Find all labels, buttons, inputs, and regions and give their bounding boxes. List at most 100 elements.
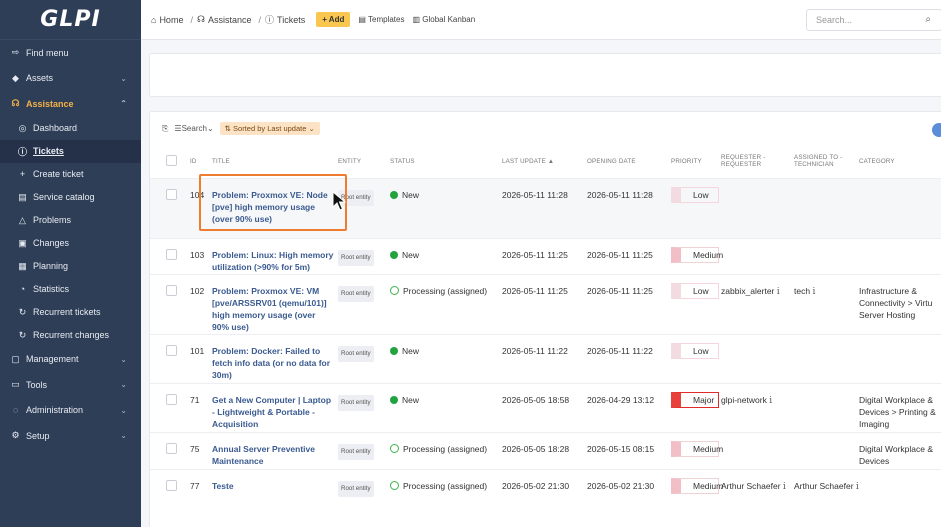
row-checkbox[interactable] [166, 344, 177, 356]
table-cell: 2026-05-02 21:30 [502, 468, 587, 506]
status-icon [390, 250, 398, 259]
table-cell: tech i [794, 273, 859, 334]
technician-name[interactable]: Arthur Schaefer [794, 481, 854, 491]
row-checkbox[interactable] [166, 442, 177, 454]
search-toggle[interactable]: Search [182, 124, 207, 133]
select-all-checkbox[interactable] [166, 154, 177, 166]
requester-name[interactable]: zabbix_alerter [721, 286, 774, 296]
sidebar-item-assets[interactable]: ◆ Assets ⌄ [0, 66, 141, 92]
sidebar-item-tickets[interactable]: ⓘ Tickets [0, 139, 141, 163]
entity-badge: Root entity [338, 249, 374, 266]
table-cell: 2026-05-15 08:15 [587, 431, 671, 469]
row-checkbox[interactable] [166, 393, 177, 405]
info-icon[interactable]: i [783, 482, 786, 492]
list-toolbar: ⎘ ☰ Search ⌄ ⇅ Sorted by Last update ⌄ [150, 112, 941, 145]
table-cell: 2026-05-11 11:28 [502, 177, 587, 238]
row-checkbox[interactable] [166, 284, 177, 296]
ticket-id: 77 [190, 480, 200, 491]
col-status[interactable]: STATUS [390, 145, 502, 178]
ticket-title-link[interactable]: Get a New Computer | Laptop - Lightweigh… [212, 394, 338, 430]
status-text: New [402, 249, 420, 260]
table-cell [721, 333, 794, 383]
col-category[interactable]: CATEGORY [859, 145, 941, 178]
col-priority[interactable]: PRIORITY [671, 145, 721, 178]
ticket-id: 71 [190, 394, 200, 405]
sidebar-item-label: Dashboard [33, 123, 78, 133]
status-icon [390, 346, 398, 355]
global-kanban-link[interactable]: ▥ Global Kanban [412, 15, 475, 24]
table-row[interactable]: 103 Problem: Linux: High memory utilizati… [150, 237, 941, 274]
status-text: Processing (assigned) [403, 480, 488, 491]
col-requester[interactable]: REQUESTER - REQUESTER [721, 145, 794, 178]
ticket-title-link[interactable]: Teste [212, 480, 338, 492]
add-button[interactable]: + Add [316, 12, 351, 27]
sidebar-item-label: Recurrent changes [33, 330, 110, 340]
blue-dot-button[interactable] [932, 123, 941, 137]
opening-date: 2026-05-11 11:25 [587, 249, 653, 260]
sidebar-item-management[interactable]: ▢ Management ⌄ [0, 347, 141, 373]
sidebar-item-setup[interactable]: ⚙ Setup ⌄ [0, 423, 141, 449]
breadcrumb: ⌂ Home / ☊ Assistance / ⓘ Tickets [151, 13, 308, 26]
sidebar-item-changes[interactable]: ▣ Changes [0, 232, 141, 255]
col-technician[interactable]: ASSIGNED TO - TECHNICIAN [794, 145, 859, 178]
col-entity[interactable]: ENTITY [338, 145, 390, 178]
search-input[interactable]: Search... ⌕ [806, 9, 941, 31]
breadcrumb-tickets[interactable]: Tickets [277, 15, 305, 25]
sidebar-item-recurrent-changes[interactable]: ↻ Recurrent changes [0, 324, 141, 347]
breadcrumb-home[interactable]: Home [159, 15, 183, 25]
info-icon[interactable]: i [812, 287, 815, 297]
row-checkbox[interactable] [166, 188, 177, 200]
sidebar-item-tools[interactable]: ▭ Tools ⌄ [0, 372, 141, 398]
sidebar-item-assistance[interactable]: ☊ Assistance ⌃ [0, 91, 141, 117]
status-text: Processing (assigned) [403, 443, 488, 454]
col-last-update[interactable]: LAST UPDATE ▲ [502, 145, 587, 178]
sidebar-item-administration[interactable]: ◌ Administration ⌄ [0, 398, 141, 424]
ticket-title-link[interactable]: Problem: Docker: Failed to fetch info da… [212, 345, 338, 381]
sidebar-item-service-catalog[interactable]: ▤ Service catalog [0, 186, 141, 209]
table-cell: New [390, 177, 502, 238]
table-cell [721, 177, 794, 238]
columns-icon[interactable]: ⎘ [162, 124, 168, 134]
info-icon[interactable]: i [769, 396, 772, 406]
requester-name[interactable]: glpi-network [721, 395, 767, 405]
ticket-title-link[interactable]: Problem: Linux: High memory utilization … [212, 249, 338, 273]
technician-name[interactable]: tech [794, 286, 810, 296]
table-cell: Problem: Docker: Failed to fetch info da… [212, 333, 338, 383]
status-text: New [402, 345, 420, 356]
sidebar-item-planning[interactable]: ▦ Planning [0, 255, 141, 278]
table-row[interactable]: 101 Problem: Docker: Failed to fetch info… [150, 333, 941, 383]
table-row[interactable]: 102 Problem: Proxmox VE: VM [pve/ARSSRV01… [150, 273, 941, 334]
glpi-logo[interactable]: GLPI [0, 0, 141, 40]
row-checkbox[interactable] [166, 248, 177, 260]
info-icon[interactable]: i [856, 482, 859, 492]
last-update: 2026-05-02 21:30 [502, 480, 570, 491]
table-cell: Get a New Computer | Laptop - Lightweigh… [212, 382, 338, 432]
ticket-title-link[interactable]: Annual Server Preventive Maintenance [212, 443, 338, 467]
table-cell [859, 333, 941, 383]
sidebar-item-label: Assistance [26, 98, 74, 109]
sorted-badge[interactable]: ⇅ Sorted by Last update ⌄ [219, 122, 320, 135]
requester-name[interactable]: Arthur Schaefer [721, 481, 781, 491]
sidebar-item-recurrent-tickets[interactable]: ↻ Recurrent tickets [0, 301, 141, 324]
table-cell [859, 468, 941, 506]
ticket-title-link[interactable]: Problem: Proxmox VE: VM [pve/ARSSRV01 (q… [212, 285, 338, 333]
sidebar-item-find-menu[interactable]: ⇨ Find menu [0, 40, 141, 66]
col-opening-date[interactable]: OPENING DATE [587, 145, 671, 178]
table-row[interactable]: 75 Annual Server Preventive Maintenance Ro… [150, 431, 941, 469]
last-update: 2026-05-05 18:28 [502, 443, 570, 454]
category-text: Digital Workplace & Devices [859, 443, 934, 466]
search-icon[interactable]: ⌕ [925, 14, 931, 25]
templates-link[interactable]: ▤ Templates [358, 15, 404, 24]
status-icon [390, 190, 398, 199]
sidebar-item-label: Tickets [33, 146, 64, 156]
table-row[interactable]: 77 Teste Root entity Processing (assigned) 2… [150, 468, 941, 506]
sidebar-item-dashboard[interactable]: ◎ Dashboard [0, 117, 141, 140]
row-checkbox[interactable] [166, 479, 177, 491]
sidebar-item-statistics[interactable]: ◔ Statistics [0, 278, 141, 301]
table-row[interactable]: 71 Get a New Computer | Laptop - Lightwei… [150, 382, 941, 432]
info-icon[interactable]: i [777, 287, 780, 297]
breadcrumb-assistance[interactable]: Assistance [208, 15, 252, 25]
sidebar-item-create-ticket[interactable]: + Create ticket [0, 163, 141, 186]
sidebar-item-problems[interactable]: △ Problems [0, 209, 141, 232]
search-filter-icon: ☰ [174, 124, 182, 133]
